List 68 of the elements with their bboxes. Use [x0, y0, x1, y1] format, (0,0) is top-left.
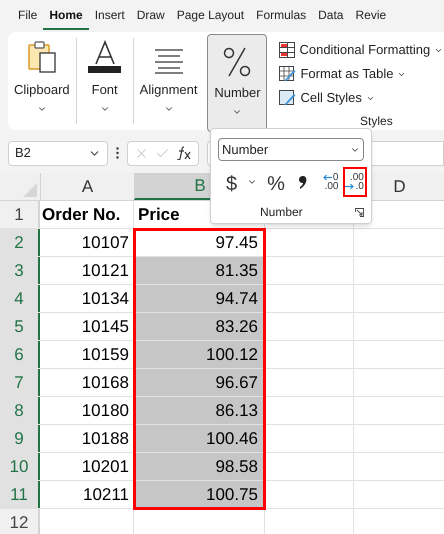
menu-tab[interactable]: File — [12, 2, 44, 30]
percent-icon — [223, 47, 252, 77]
ribbon-group-button[interactable]: Number — [207, 34, 268, 132]
styles-menu-button[interactable]: Format as Table — [279, 62, 444, 86]
table-cell: 10134 — [40, 285, 134, 312]
font-color-icon — [88, 40, 122, 74]
conditional-formatting-icon — [279, 42, 296, 58]
table-cell: 10159 — [40, 341, 134, 368]
row-header[interactable]: 5 — [0, 313, 40, 340]
table-cell: 81.35 — [134, 257, 265, 284]
align-center-icon — [154, 48, 184, 74]
table-cell: 10188 — [40, 425, 134, 452]
table-cell: 100.75 — [134, 481, 265, 508]
decrease-decimal-button[interactable]: .00 .0 — [343, 167, 367, 197]
table-cell: 10180 — [40, 397, 134, 424]
row-header[interactable]: 7 — [0, 369, 40, 396]
row-header[interactable]: 1 — [0, 201, 40, 228]
row-header[interactable]: 9 — [0, 425, 40, 452]
table-cell: 100.46 — [134, 425, 265, 452]
table-cell: 10121 — [40, 257, 134, 284]
row-header[interactable]: 4 — [0, 285, 40, 312]
row-header[interactable]: 11 — [0, 481, 40, 508]
menu-tab[interactable]: Draw — [130, 2, 171, 30]
styles-menu-button[interactable]: Conditional Formatting — [279, 38, 444, 62]
right-arrow-icon — [345, 183, 354, 190]
row-header[interactable]: 8 — [0, 397, 40, 424]
row-header[interactable]: 10 — [0, 453, 40, 480]
row-header[interactable]: 3 — [0, 257, 40, 284]
table-brush-icon — [279, 66, 296, 82]
cell-brush-icon — [279, 90, 296, 106]
table-cell: 86.13 — [134, 397, 265, 424]
clipboard-icon — [26, 40, 57, 74]
menu-tab[interactable]: Data — [312, 2, 350, 30]
table-cell: 94.74 — [134, 285, 265, 312]
menu-tab[interactable]: Home — [43, 2, 89, 30]
row-header[interactable]: 2 — [0, 229, 40, 256]
table-cell: 10201 — [40, 453, 134, 480]
row-header[interactable]: 6 — [0, 341, 40, 368]
table-cell: 98.58 — [134, 453, 265, 480]
cell-reference: B2 — [15, 144, 31, 162]
dialog-launcher-icon[interactable] — [355, 208, 364, 216]
ribbon-group-button[interactable]: Clipboard — [8, 32, 76, 122]
table-cell: 100.12 — [134, 341, 265, 368]
number-format-dropdown[interactable]: Number — [218, 138, 364, 161]
comma-icon — [298, 176, 307, 188]
select-all-icon[interactable] — [23, 183, 37, 197]
ribbon-group-button[interactable]: Font — [76, 32, 133, 122]
menu-tab[interactable]: Insert — [88, 2, 131, 30]
increase-decimal-button[interactable]: 0 .00 — [320, 167, 342, 197]
styles-menu-button[interactable]: Cell Styles — [279, 86, 444, 110]
table-cell: Order No. — [40, 201, 134, 228]
left-arrow-icon — [322, 174, 332, 181]
function-icon[interactable] — [176, 146, 192, 160]
name-box[interactable]: B2 — [8, 140, 108, 166]
group-label: Styles — [360, 113, 393, 130]
table-cell: 10168 — [40, 369, 134, 396]
ribbon-group-button[interactable]: Alignment — [134, 32, 204, 122]
format-value: Number — [222, 140, 268, 159]
table-cell: 10107 — [40, 229, 134, 256]
menu-tab[interactable]: Revie — [349, 2, 392, 30]
row-header[interactable]: 12 — [0, 509, 40, 534]
table-cell: 10211 — [40, 481, 134, 508]
table-cell: 83.26 — [134, 313, 265, 340]
table-cell: 10145 — [40, 313, 134, 340]
menu-tab[interactable]: Formulas — [250, 2, 312, 30]
menu-tab[interactable]: Page Layout — [170, 2, 250, 30]
more-icon — [116, 147, 119, 159]
table-cell: 96.67 — [134, 369, 265, 396]
